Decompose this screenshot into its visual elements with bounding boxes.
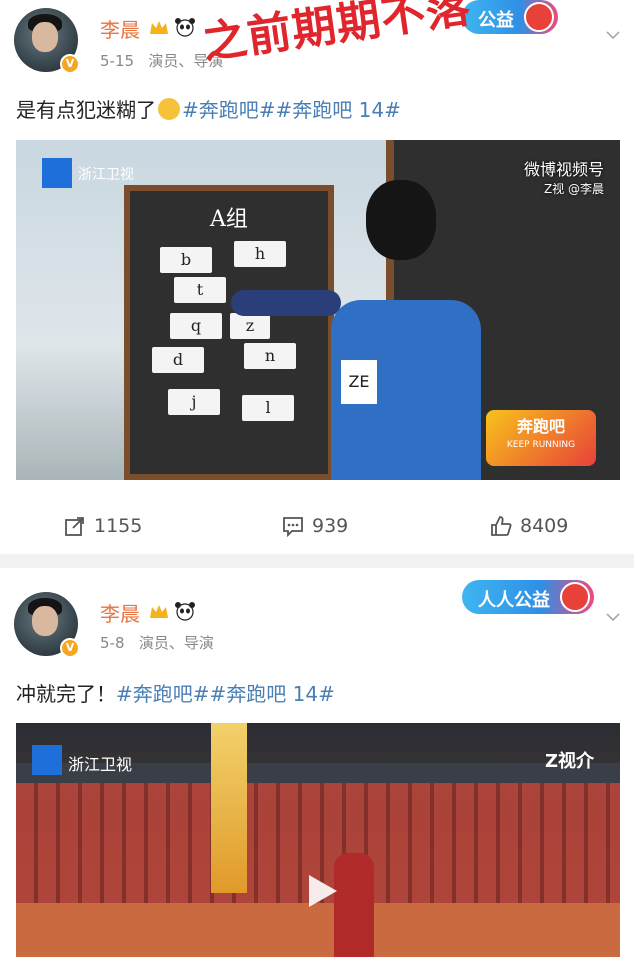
weibo-post: V 李晨 5-15 演员、导演 公益 之前期期不落 是有点犯迷糊了 #奔跑吧##奔… [0, 0, 634, 554]
tv-logo-label: 浙江卫视 [78, 167, 134, 183]
username[interactable]: 李晨 [100, 14, 140, 43]
post-meta: 5-8 演员、导演 [100, 632, 214, 653]
show-logo-sub: KEEP RUNNING [506, 440, 576, 450]
repost-count: 1155 [94, 515, 143, 537]
charity-badge[interactable]: 公益 [462, 0, 558, 34]
post-text: 是有点犯迷糊了 #奔跑吧##奔跑吧 14# [16, 94, 401, 123]
like-count: 8409 [520, 515, 569, 537]
crown-icon [150, 605, 168, 618]
letter-card: l [242, 395, 294, 421]
play-icon[interactable] [301, 871, 341, 911]
tv-logo-label: 浙江卫视 [68, 755, 133, 774]
show-logo-title: 奔跑吧 [516, 417, 565, 436]
crown-icon [150, 21, 168, 34]
post-text: 冲就完了！#奔跑吧##奔跑吧 14# [16, 678, 335, 707]
post-text-plain: 是有点犯迷糊了 [16, 98, 156, 122]
watermark-sub: Z视 @李晨 [543, 182, 604, 196]
video-corner-label: Z视介 [544, 751, 594, 772]
charity-badge-label: 人人公益 [478, 590, 550, 611]
letter-card: q [170, 313, 222, 339]
contestant-figure: ZE [231, 180, 491, 480]
letter-card: b [160, 247, 212, 273]
hashtag-link[interactable]: #奔跑吧##奔跑吧 14# [116, 682, 335, 706]
verified-badge-icon: V [60, 54, 80, 74]
charity-badge[interactable]: 人人公益 [462, 580, 594, 614]
letter-card: n [244, 343, 296, 369]
letter-card: t [174, 277, 226, 303]
hashtag-link[interactable]: #奔跑吧##奔跑吧 14# [182, 98, 401, 122]
more-icon[interactable] [606, 30, 620, 40]
tv-logo: 浙江卫视 [42, 158, 134, 188]
emoji-icon [158, 98, 180, 120]
verified-badge-icon: V [60, 638, 80, 658]
letter-card: h [234, 241, 286, 267]
charity-badge-label: 公益 [478, 10, 514, 31]
mascot-icon [524, 2, 554, 32]
letter-card: d [152, 347, 204, 373]
overlay-caption: 之前期期不落 [199, 0, 475, 70]
arena-floor [16, 903, 620, 957]
post-date: 5-8 [100, 634, 125, 652]
username[interactable]: 李晨 [100, 598, 140, 627]
action-bar: 1155 939 8409 [0, 506, 634, 546]
comment-button[interactable]: 939 [282, 506, 348, 546]
repost-button[interactable]: 1155 [64, 506, 142, 546]
video-watermark: 微博视频号 Z视 @李晨 [524, 156, 604, 197]
like-button[interactable]: 8409 [490, 506, 568, 546]
post-text-plain: 冲就完了！ [16, 682, 116, 706]
video-thumbnail[interactable]: 浙江卫视 Z视介 [16, 723, 620, 957]
letter-card: j [168, 389, 220, 415]
watermark-label: 微博视频号 [523, 160, 604, 179]
post-date: 5-15 [100, 52, 135, 70]
board-title: A组 [210, 207, 248, 232]
banner-pole [211, 723, 247, 893]
letter-card: z [230, 313, 270, 339]
comment-icon [283, 517, 303, 537]
letter-board: A组 b h t q z d n j l [124, 185, 334, 480]
like-icon [491, 516, 512, 536]
more-icon[interactable] [606, 612, 620, 622]
show-logo: 奔跑吧 KEEP RUNNING [486, 410, 596, 466]
video-thumbnail[interactable]: 浙江卫视 A组 b h t q z d n j l ZE 微博视频号 Z视 @李… [16, 140, 620, 480]
comment-count: 939 [312, 515, 349, 537]
post-separator [0, 554, 634, 568]
panda-icon [175, 602, 195, 621]
mascot-icon [560, 582, 590, 612]
bib-number: ZE [341, 360, 377, 404]
tv-logo: 浙江卫视 [32, 745, 132, 775]
panda-icon [175, 18, 195, 37]
weibo-post: V 李晨 5-8 演员、导演 人人公益 冲就完了！#奔跑吧##奔跑吧 14# 浙… [0, 568, 634, 957]
repost-icon [65, 517, 84, 536]
author-roles: 演员、导演 [138, 634, 214, 652]
